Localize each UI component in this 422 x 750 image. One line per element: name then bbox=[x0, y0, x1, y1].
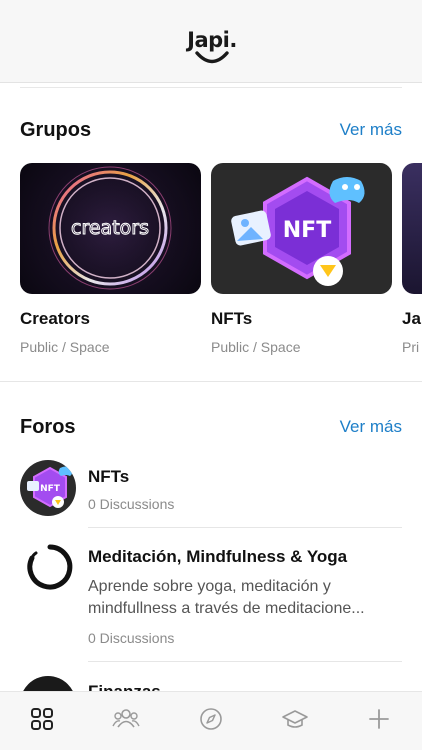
group-card-creators[interactable]: creators Creators Public / Space bbox=[20, 163, 201, 355]
group-meta: Public / Space bbox=[211, 339, 301, 355]
forum-discussion-count: 0 Discussions bbox=[88, 496, 175, 512]
forum-item-finanzas[interactable]: Finanzas bbox=[20, 676, 402, 691]
forum-description: Aprende sobre yoga, meditación y mindful… bbox=[88, 576, 402, 620]
nav-learn-button[interactable] bbox=[278, 702, 312, 736]
compass-icon bbox=[200, 708, 222, 730]
graduation-cap-icon bbox=[282, 710, 308, 728]
bottom-navigation bbox=[0, 691, 422, 750]
group-thumbnail: NFT bbox=[211, 163, 392, 294]
nft-thumb-text: NFT bbox=[283, 218, 331, 243]
group-name: Ja bbox=[402, 309, 421, 328]
forum-title: NFTs bbox=[88, 467, 130, 486]
forum-description-line: mindfullness a través de meditacione... bbox=[88, 600, 365, 617]
group-thumbnail: creators bbox=[20, 163, 201, 294]
logo-text: Japi. bbox=[187, 28, 237, 52]
forum-discussion-count: 0 Discussions bbox=[88, 630, 175, 646]
groups-carousel[interactable]: creators Creators Public / Space NFT NFT… bbox=[20, 163, 422, 363]
plus-icon bbox=[369, 709, 389, 729]
forum-divider bbox=[88, 527, 402, 528]
nft-badge-icon: NFT bbox=[27, 466, 73, 508]
group-card-nfts[interactable]: NFT NFTs Public / Space bbox=[211, 163, 392, 355]
nav-home-button[interactable] bbox=[25, 702, 59, 736]
section-divider bbox=[0, 381, 422, 382]
forum-item-nfts[interactable]: NFT NFTs 0 Discussions bbox=[20, 460, 402, 528]
grid-icon bbox=[31, 708, 53, 730]
nft-badge-image: NFT bbox=[231, 176, 365, 286]
forum-item-meditacion[interactable]: Meditación, Mindfulness & Yoga Aprende s… bbox=[20, 540, 402, 662]
forum-avatar bbox=[20, 676, 76, 691]
forum-title: Finanzas bbox=[88, 682, 161, 691]
groups-title: Grupos bbox=[20, 118, 92, 141]
group-meta: Public / Space bbox=[20, 339, 110, 355]
japi-logo[interactable]: Japi. bbox=[180, 28, 244, 72]
forum-description-line: Aprende sobre yoga, meditación y bbox=[88, 578, 331, 595]
nav-groups-button[interactable] bbox=[109, 702, 143, 736]
group-name: NFTs bbox=[211, 309, 253, 328]
forum-avatar bbox=[20, 540, 76, 596]
svg-text:NFT: NFT bbox=[40, 484, 61, 494]
app-header: Japi. bbox=[0, 0, 422, 83]
forum-avatar: NFT bbox=[20, 460, 76, 516]
group-meta: Pri bbox=[402, 339, 420, 355]
creators-ring-image: creators bbox=[20, 163, 201, 294]
groups-header: Grupos Ver más bbox=[20, 115, 402, 145]
enso-circle-icon bbox=[27, 544, 73, 590]
groups-see-more-link[interactable]: Ver más bbox=[340, 120, 402, 140]
users-icon bbox=[112, 709, 140, 728]
creators-thumb-text: creators bbox=[71, 217, 149, 239]
forums-title: Foros bbox=[20, 415, 76, 438]
divider bbox=[20, 87, 402, 88]
nav-create-button[interactable] bbox=[362, 702, 396, 736]
forum-divider bbox=[88, 661, 402, 662]
forums-header: Foros Ver más bbox=[20, 412, 402, 442]
forums-see-more-link[interactable]: Ver más bbox=[340, 417, 402, 437]
group-name: Creators bbox=[20, 309, 90, 328]
forum-title: Meditación, Mindfulness & Yoga bbox=[88, 547, 348, 566]
group-card-third[interactable]: Ja Pri bbox=[402, 163, 422, 355]
nav-explore-button[interactable] bbox=[194, 702, 228, 736]
smile-icon bbox=[195, 51, 229, 64]
group-thumbnail bbox=[402, 163, 422, 294]
